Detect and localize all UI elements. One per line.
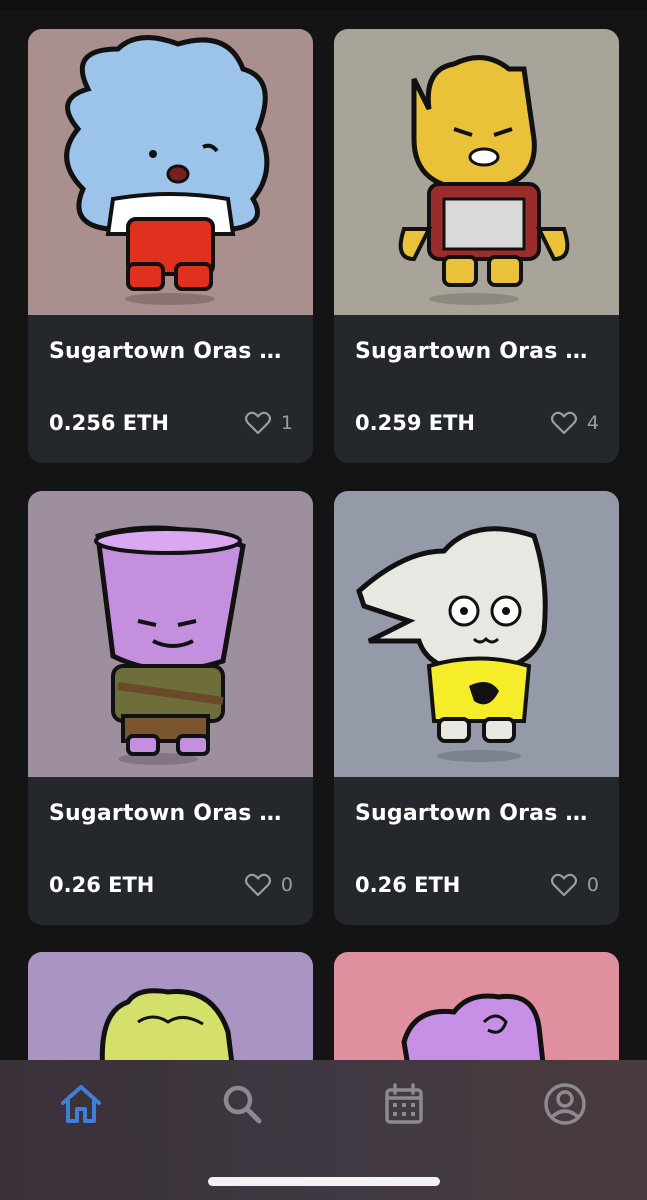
nft-price: 0.26 ETH — [49, 873, 155, 897]
tab-account[interactable] — [535, 1074, 595, 1134]
nft-price: 0.259 ETH — [355, 411, 475, 435]
account-icon — [544, 1083, 586, 1125]
nft-card[interactable]: Sugartown Oras #... 0.26 ETH 0 — [28, 491, 313, 925]
character-purple-explorer-illustration — [94, 525, 246, 765]
heart-icon — [550, 873, 577, 897]
nft-card[interactable]: Sugartown Oras #... 0.26 ETH 0 — [334, 491, 619, 925]
like-button[interactable]: 0 — [244, 873, 293, 897]
nft-grid: Sugartown Oras #... 0.256 ETH 1 Sugartow… — [0, 0, 647, 1200]
like-count: 4 — [586, 412, 599, 434]
like-count: 0 — [280, 874, 293, 896]
nft-card[interactable] — [334, 952, 619, 1072]
character-yellow-armor-illustration — [398, 55, 570, 305]
nft-title[interactable]: Sugartown Oras #... — [355, 339, 605, 364]
like-button[interactable]: 1 — [244, 411, 293, 435]
like-button[interactable]: 4 — [550, 411, 599, 435]
nft-card-info: Sugartown Oras #... 0.26 ETH 0 — [28, 777, 313, 925]
nft-card-info: Sugartown Oras #... 0.26 ETH 0 — [334, 777, 619, 925]
nft-card-info: Sugartown Oras #... 0.259 ETH 4 — [334, 315, 619, 463]
like-button[interactable]: 0 — [550, 873, 599, 897]
nft-title[interactable]: Sugartown Oras #... — [355, 801, 605, 826]
home-icon — [61, 1085, 101, 1123]
nft-card[interactable] — [28, 952, 313, 1072]
nft-image[interactable] — [28, 952, 313, 1072]
character-green-hair-illustration — [99, 988, 236, 1072]
heart-icon — [244, 411, 271, 435]
nft-card[interactable]: Sugartown Oras #... 0.256 ETH 1 — [28, 29, 313, 463]
nft-image[interactable] — [28, 29, 313, 315]
nft-title[interactable]: Sugartown Oras #... — [49, 801, 299, 826]
search-icon — [223, 1085, 262, 1124]
nft-image[interactable] — [334, 952, 619, 1072]
nft-card[interactable]: Sugartown Oras #... 0.259 ETH 4 — [334, 29, 619, 463]
tab-calendar[interactable] — [374, 1074, 434, 1134]
like-count: 1 — [280, 412, 293, 434]
heart-icon — [550, 411, 577, 435]
tab-home[interactable] — [51, 1074, 111, 1134]
nft-image[interactable] — [334, 491, 619, 777]
heart-icon — [244, 873, 271, 897]
tab-search[interactable] — [212, 1074, 272, 1134]
calendar-icon — [385, 1083, 423, 1124]
nft-image[interactable] — [28, 491, 313, 777]
character-blue-hair-illustration — [64, 35, 270, 305]
character-white-spiky-illustration — [356, 526, 548, 762]
nft-image[interactable] — [334, 29, 619, 315]
nft-price: 0.26 ETH — [355, 873, 461, 897]
character-purple-swirl-illustration — [401, 993, 547, 1072]
nft-card-info: Sugartown Oras #... 0.256 ETH 1 — [28, 315, 313, 463]
nft-price: 0.256 ETH — [49, 411, 169, 435]
nft-title[interactable]: Sugartown Oras #... — [49, 339, 299, 364]
like-count: 0 — [586, 874, 599, 896]
home-indicator[interactable] — [208, 1177, 440, 1186]
